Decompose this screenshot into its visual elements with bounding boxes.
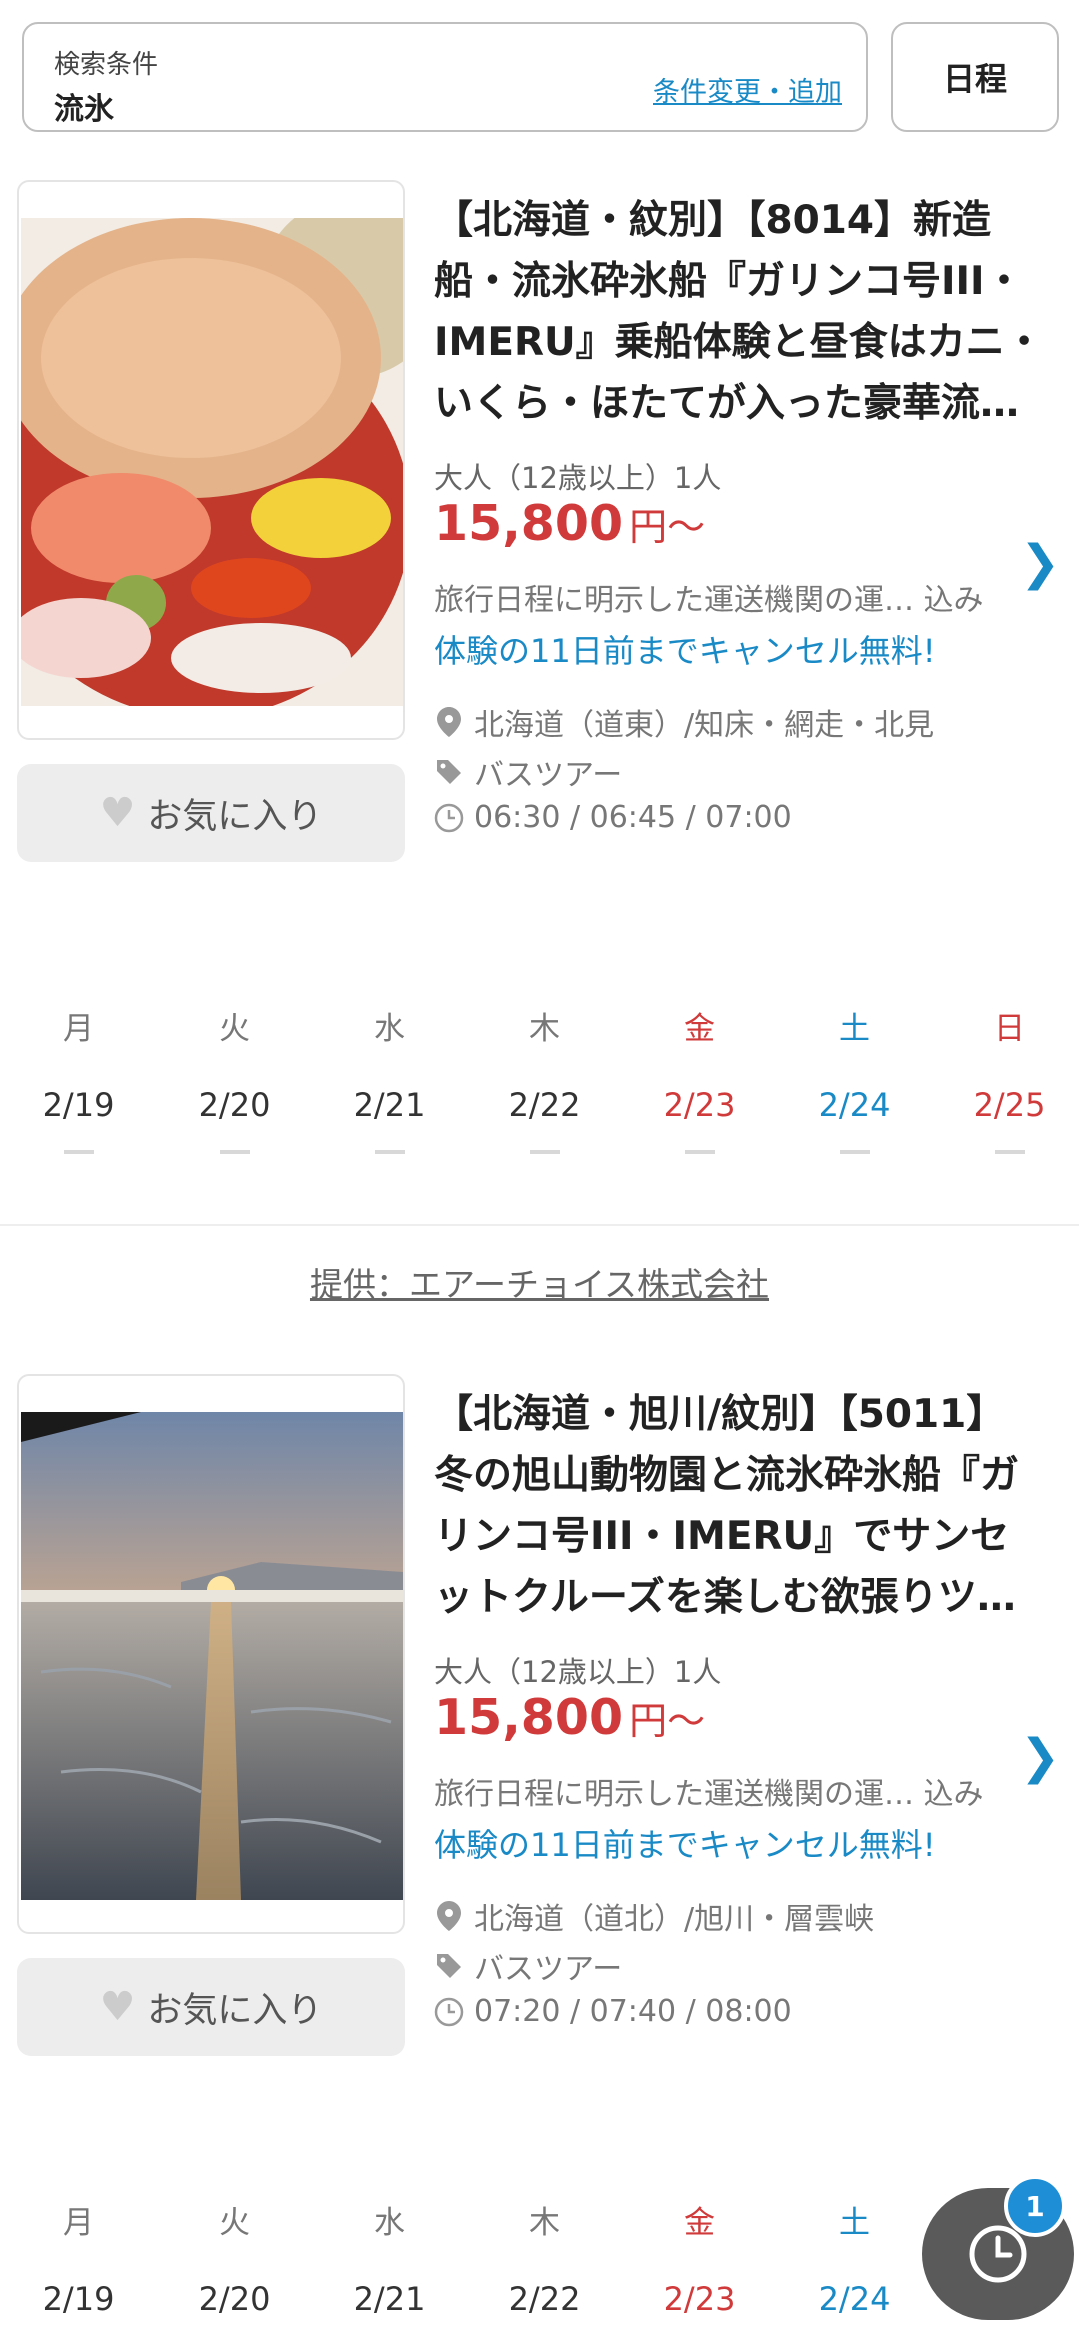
age-label: 大人（12歳以上）1人: [434, 1655, 722, 1689]
date-label: 2/24: [818, 2280, 891, 2318]
tour-image[interactable]: [17, 180, 405, 740]
clock-icon: [434, 803, 464, 833]
map-pin-icon: [434, 707, 464, 737]
weekday-label: 水: [374, 2205, 405, 2241]
date-label: 2/22: [508, 1086, 581, 1124]
availability-indicator: [529, 1150, 560, 1154]
location-text: 北海道（道東）/知床・網走・北見: [474, 708, 935, 743]
cancel-note: 体験の11日前までキャンセル無料!: [434, 632, 936, 670]
date-label: 2/21: [353, 2280, 426, 2318]
history-count-badge: 1: [1004, 2175, 1066, 2237]
category-text: バスツアー: [474, 758, 623, 793]
calendar-day[interactable]: 土 2/24: [777, 1003, 932, 1154]
category-row: バスツアー: [434, 1944, 622, 1988]
weekday-label: 水: [374, 1011, 405, 1047]
change-conditions-link[interactable]: 条件変更・追加: [653, 70, 842, 109]
search-conditions-box[interactable]: 検索条件 流氷 条件変更・追加: [22, 22, 868, 132]
departure-times-row: 06:30 / 06:45 / 07:00: [434, 800, 792, 835]
section-divider: [0, 1224, 1079, 1226]
tour-image[interactable]: [17, 1374, 405, 1934]
weekday-label: 土: [839, 2205, 870, 2241]
calendar-day[interactable]: 日 2/25: [932, 1003, 1079, 1154]
calendar-day[interactable]: 水 2/21: [312, 1003, 467, 1154]
weekday-label: 金: [684, 1011, 715, 1047]
cancel-note: 体験の11日前までキャンセル無料!: [434, 1826, 936, 1864]
weekday-label: 木: [529, 2205, 560, 2241]
weekday-label: 土: [839, 1011, 870, 1047]
price-amount: 15,800: [434, 1689, 624, 1746]
calendar-day[interactable]: 火 2/20: [157, 2197, 312, 2318]
availability-indicator: [994, 1150, 1025, 1154]
price: 15,800 円〜: [434, 1689, 705, 1746]
favorite-label: お気に入り: [147, 796, 323, 837]
age-label: 大人（12歳以上）1人: [434, 461, 722, 495]
availability-indicator: [839, 1150, 870, 1154]
date-label: 2/20: [198, 2280, 271, 2318]
date-label: 2/19: [42, 2280, 115, 2318]
calendar-day[interactable]: 月 2/19: [1, 1003, 156, 1154]
location-row: 北海道（道北）/旭川・層雲峡: [434, 1894, 874, 1938]
chevron-right-icon[interactable]: ❯: [1020, 535, 1060, 591]
date-label: 2/20: [198, 1086, 271, 1124]
map-pin-icon: [434, 1901, 464, 1931]
transport-note: 旅行日程に明示した運送機関の運… 込み: [434, 583, 984, 618]
favorite-button[interactable]: ♥ お気に入り: [17, 764, 405, 862]
availability-indicator: [219, 1150, 250, 1154]
date-button[interactable]: 日程: [891, 22, 1059, 132]
transport-note: 旅行日程に明示した運送機関の運… 込み: [434, 1777, 984, 1812]
weekday-label: 金: [684, 2205, 715, 2241]
weekday-label: 月: [63, 2205, 94, 2241]
availability-indicator: [374, 1150, 405, 1154]
search-label: 検索条件: [54, 50, 159, 80]
provider-link[interactable]: 提供：エアーチョイス株式会社: [0, 1258, 1079, 1306]
search-keyword: 流氷: [54, 92, 114, 127]
clock-icon: [434, 1997, 464, 2027]
calendar-day[interactable]: 金 2/23: [622, 1003, 777, 1154]
favorite-button[interactable]: ♥ お気に入り: [17, 1958, 405, 2056]
calendar-day[interactable]: 金 2/23: [622, 2197, 777, 2318]
favorite-label: お気に入り: [147, 1990, 323, 2031]
date-label: 2/23: [663, 1086, 736, 1124]
weekday-label: 火: [219, 1011, 250, 1047]
tour-title[interactable]: 【北海道・旭川/紋別】【5011】冬の旭山動物園と流氷砕氷船『ガリンコ号III・…: [434, 1384, 1044, 1628]
location-text: 北海道（道北）/旭川・層雲峡: [474, 1902, 875, 1937]
tour-title[interactable]: 【北海道・紋別】【8014】新造船・流氷砕氷船『ガリンコ号III・IMERU』乗…: [434, 190, 1044, 434]
location-row: 北海道（道東）/知床・網走・北見: [434, 700, 934, 744]
calendar-day[interactable]: 土 2/24: [777, 2197, 932, 2318]
weekday-label: 木: [529, 1011, 560, 1047]
date-label: 2/25: [973, 1086, 1046, 1124]
date-label: 2/24: [818, 1086, 891, 1124]
availability-indicator: [63, 1150, 94, 1154]
date-label: 2/23: [663, 2280, 736, 2318]
category-row: バスツアー: [434, 750, 622, 794]
heart-icon: ♥: [99, 1984, 136, 2030]
calendar-day[interactable]: 水 2/21: [312, 2197, 467, 2318]
availability-indicator: [684, 1150, 715, 1154]
calendar-day[interactable]: 木 2/22: [467, 1003, 622, 1154]
calendar-day[interactable]: 木 2/22: [467, 2197, 622, 2318]
tour-photo-crab-bowl: [21, 218, 403, 706]
date-label: 2/22: [508, 2280, 581, 2318]
price-amount: 15,800: [434, 495, 624, 552]
heart-icon: ♥: [99, 790, 136, 836]
date-label: 2/21: [353, 1086, 426, 1124]
departure-times: 07:20 / 07:40 / 08:00: [474, 1994, 792, 2029]
calendar-day[interactable]: 月 2/19: [1, 2197, 156, 2318]
price: 15,800 円〜: [434, 495, 705, 552]
calendar-day[interactable]: 火 2/20: [157, 1003, 312, 1154]
departure-times: 06:30 / 06:45 / 07:00: [474, 800, 792, 835]
tour-photo-sunset-ice: [21, 1412, 403, 1900]
price-suffix: 円〜: [629, 1699, 706, 1743]
tag-icon: [434, 1951, 464, 1981]
weekday-label: 日: [994, 1011, 1025, 1047]
departure-times-row: 07:20 / 07:40 / 08:00: [434, 1994, 792, 2029]
tag-icon: [434, 757, 464, 787]
weekday-label: 月: [63, 1011, 94, 1047]
date-label: 2/19: [42, 1086, 115, 1124]
weekday-label: 火: [219, 2205, 250, 2241]
category-text: バスツアー: [474, 1952, 623, 1987]
price-suffix: 円〜: [629, 505, 706, 549]
chevron-right-icon[interactable]: ❯: [1020, 1729, 1060, 1785]
